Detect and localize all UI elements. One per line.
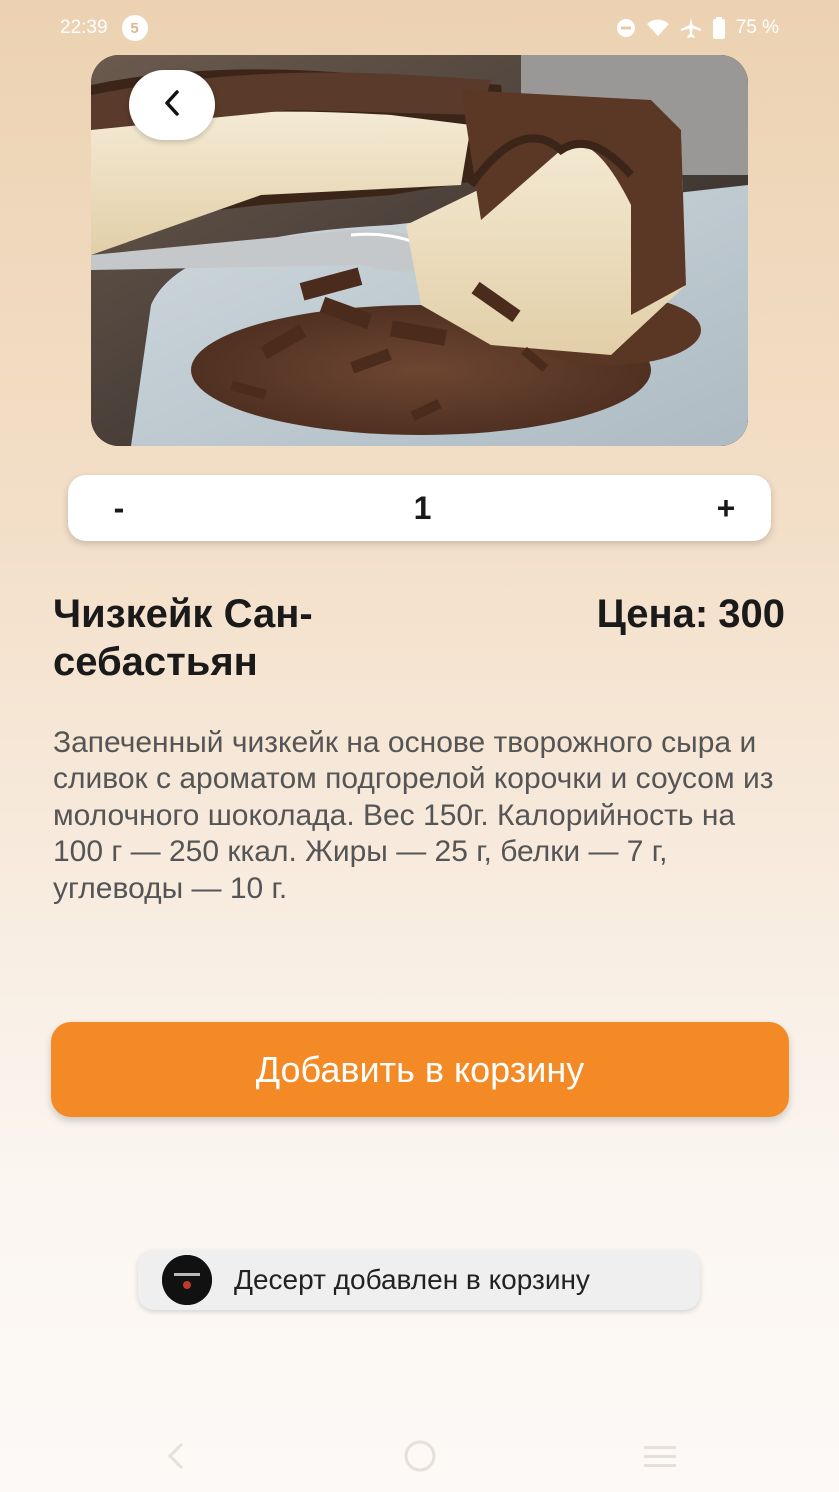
nav-home-icon[interactable] [402,1438,438,1479]
product-description: Запеченный чизкейк на основе творожного … [53,726,774,905]
toast-notification: Десерт добавлен в корзину [138,1250,700,1310]
product-price: Цена: 300 [597,590,785,638]
chevron-left-icon [161,89,183,122]
add-to-cart-button[interactable]: Добавить в корзину [51,1022,789,1117]
increase-quantity-button[interactable]: + [711,490,741,527]
back-button[interactable] [129,70,215,140]
app-logo-icon [162,1255,212,1305]
airplane-icon [680,17,702,39]
nav-back-icon[interactable] [162,1438,190,1479]
notification-badge: 5 [121,15,148,41]
decrease-quantity-button[interactable]: - [104,490,134,527]
status-time: 22:39 [60,17,108,38]
do-not-disturb-icon [616,18,636,38]
status-bar: 22:39 5 75 % [0,0,839,56]
system-navigation-bar [0,1420,839,1492]
battery-icon [712,17,726,39]
price-label: Цена: [596,592,709,636]
product-title: Чизкейк Сан-себастьян [53,592,313,684]
wifi-icon [646,18,670,38]
nav-recents-icon[interactable] [642,1438,678,1479]
quantity-stepper: - 1 + [68,475,771,541]
toast-message: Десерт добавлен в корзину [234,1264,590,1295]
quantity-value: 1 [413,489,432,526]
battery-level: 75 % [735,17,779,38]
price-value: 300 [718,592,785,636]
